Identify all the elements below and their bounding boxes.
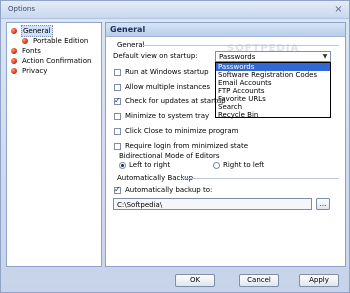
node-icon bbox=[22, 38, 28, 44]
node-icon bbox=[11, 28, 17, 34]
title-bar: Options × bbox=[1, 1, 349, 19]
panel-header: General bbox=[106, 23, 345, 37]
general-group-label: General bbox=[117, 41, 145, 49]
tree-item-label: Action Confirmation bbox=[22, 57, 92, 65]
backup-path-input[interactable]: C:\Softpedia\ bbox=[113, 198, 312, 210]
node-icon bbox=[11, 58, 17, 64]
dropdown-option[interactable]: Email Accounts bbox=[216, 79, 330, 87]
window-title: Options bbox=[8, 5, 36, 13]
tree-item-label: Portable Edition bbox=[33, 37, 89, 45]
dropdown-option[interactable]: Passwords bbox=[216, 63, 330, 71]
cancel-button[interactable]: Cancel bbox=[239, 274, 279, 287]
dropdown-option[interactable]: Search bbox=[216, 103, 330, 111]
apply-button[interactable]: Apply bbox=[299, 274, 339, 287]
minimize-tray-label: Minimize to system tray bbox=[125, 112, 210, 120]
click-close-checkbox[interactable] bbox=[114, 128, 121, 135]
options-window: Options × General Portable Edition Fonts… bbox=[0, 0, 350, 293]
require-login-checkbox[interactable] bbox=[114, 143, 121, 150]
browse-button[interactable]: ... bbox=[316, 198, 330, 210]
right-to-left-radio[interactable] bbox=[213, 162, 220, 169]
close-button[interactable]: × bbox=[332, 4, 345, 16]
default-view-label: Default view on startup: bbox=[113, 52, 198, 60]
default-view-dropdown: Passwords Software Registration Codes Em… bbox=[215, 62, 331, 119]
left-to-right-label: Left to right bbox=[129, 161, 171, 169]
group-divider bbox=[181, 178, 339, 179]
node-icon bbox=[11, 48, 17, 54]
left-to-right-radio[interactable] bbox=[119, 162, 126, 169]
auto-backup-label: Automatically backup to: bbox=[125, 186, 213, 194]
dropdown-option[interactable]: Favorite URLs bbox=[216, 95, 330, 103]
bidi-mode-label: Bidirectional Mode of Editors bbox=[119, 152, 220, 160]
tree-item-label: Privacy bbox=[22, 67, 48, 75]
options-tree: General Portable Edition Fonts Action Co… bbox=[6, 22, 102, 267]
default-view-value: Passwords bbox=[219, 53, 256, 61]
check-updates-label: Check for updates at startup bbox=[125, 97, 226, 105]
auto-backup-checkbox[interactable] bbox=[114, 185, 121, 194]
check-updates-checkbox[interactable] bbox=[114, 96, 121, 105]
group-divider bbox=[143, 45, 339, 46]
minimize-tray-checkbox[interactable] bbox=[114, 113, 121, 120]
default-view-select[interactable]: Passwords ▼ bbox=[215, 51, 331, 62]
allow-multiple-label: Allow multiple instances bbox=[125, 83, 211, 91]
run-at-startup-label: Run at Windows startup bbox=[125, 68, 209, 76]
backup-path-value: C:\Softpedia\ bbox=[117, 201, 163, 209]
dropdown-option[interactable]: Recycle Bin bbox=[216, 111, 330, 119]
tree-item-label: Fonts bbox=[22, 47, 41, 55]
dropdown-option[interactable]: Software Registration Codes bbox=[216, 71, 330, 79]
require-login-label: Require login from minimized state bbox=[125, 142, 249, 150]
right-to-left-label: Right to left bbox=[223, 161, 265, 169]
ok-button[interactable]: OK bbox=[175, 274, 215, 287]
dropdown-option[interactable]: FTP Accounts bbox=[216, 87, 330, 95]
click-close-label: Click Close to minimize program bbox=[125, 127, 239, 135]
run-at-startup-checkbox[interactable] bbox=[114, 69, 121, 76]
node-icon bbox=[11, 68, 17, 74]
allow-multiple-checkbox[interactable] bbox=[114, 84, 121, 91]
chevron-down-icon[interactable]: ▼ bbox=[320, 52, 330, 61]
